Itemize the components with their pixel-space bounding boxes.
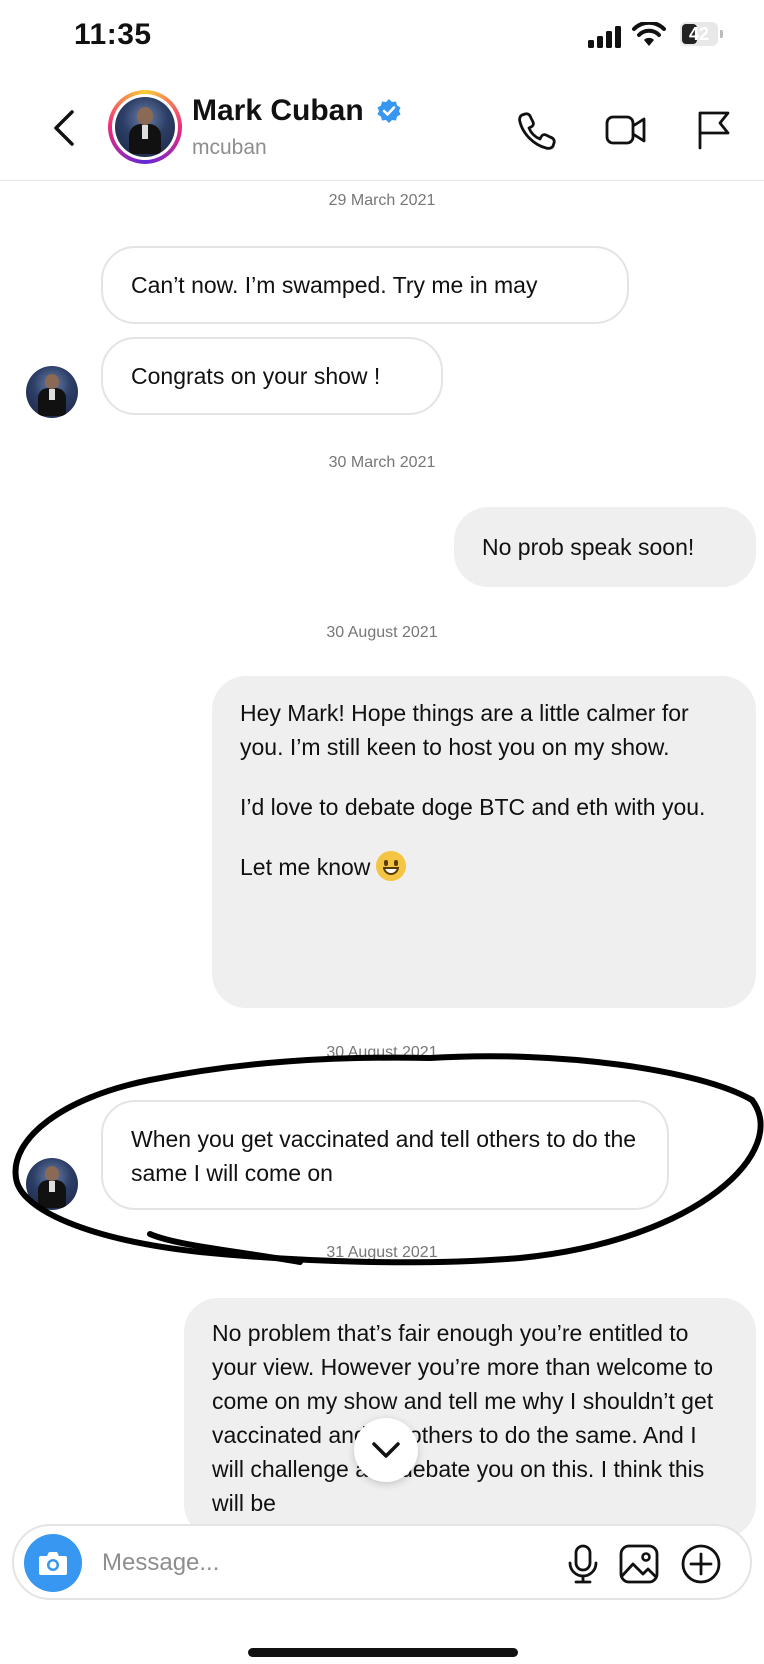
date-separator: 29 March 2021 <box>328 192 436 209</box>
verified-badge-icon <box>377 99 401 123</box>
plus-circle-icon[interactable] <box>680 1543 722 1585</box>
outgoing-message[interactable]: Hey Mark! Hope things are a little calme… <box>212 676 756 1008</box>
video-camera-icon[interactable] <box>604 108 648 152</box>
image-icon[interactable] <box>618 1543 660 1585</box>
date-separator: 30 August 2021 <box>326 624 438 641</box>
message-composer <box>12 1524 752 1600</box>
chat-header: Mark Cuban mcuban <box>0 80 764 181</box>
wifi-icon <box>632 22 666 46</box>
battery-level: 42 <box>688 24 710 44</box>
avatar[interactable] <box>26 1158 78 1210</box>
status-bar: 11:35 42 <box>0 0 764 70</box>
scroll-to-bottom-button[interactable] <box>354 1418 418 1482</box>
message-input[interactable] <box>100 1540 524 1586</box>
outgoing-message[interactable]: No prob speak soon! <box>454 507 756 587</box>
contact-username: mcuban <box>192 136 267 159</box>
outgoing-message[interactable]: No problem that’s fair enough you’re ent… <box>184 1298 756 1538</box>
flag-icon[interactable] <box>692 108 736 152</box>
status-time: 11:35 <box>74 18 152 51</box>
date-separator: 31 August 2021 <box>326 1244 438 1261</box>
message-paragraph: Let me know <box>240 850 728 884</box>
camera-icon <box>39 1552 67 1575</box>
chevron-down-icon <box>372 1442 400 1458</box>
date-separator: 30 August 2021 <box>326 1044 438 1061</box>
chevron-left-icon[interactable] <box>44 106 84 150</box>
message-paragraph: Hey Mark! Hope things are a little calme… <box>240 700 689 760</box>
phone-icon[interactable] <box>516 108 560 152</box>
battery-indicator: 42 <box>680 22 724 46</box>
incoming-message[interactable]: Congrats on your show ! <box>101 337 443 415</box>
incoming-message[interactable]: Can’t now. I’m swamped. Try me in may <box>101 246 629 324</box>
date-separator: 30 March 2021 <box>328 454 436 471</box>
contact-name[interactable]: Mark Cuban <box>192 94 364 128</box>
microphone-icon[interactable] <box>562 1543 604 1585</box>
avatar[interactable] <box>108 90 182 164</box>
message-paragraph: I’d love to debate doge BTC and eth with… <box>240 794 706 820</box>
grinning-face-icon <box>376 851 407 881</box>
camera-button[interactable] <box>24 1534 82 1592</box>
home-indicator <box>248 1648 518 1657</box>
avatar[interactable] <box>26 366 78 418</box>
incoming-message[interactable]: When you get vaccinated and tell others … <box>101 1100 669 1210</box>
cellular-signal-icon <box>588 26 621 48</box>
message-text: Let me know <box>240 854 371 880</box>
